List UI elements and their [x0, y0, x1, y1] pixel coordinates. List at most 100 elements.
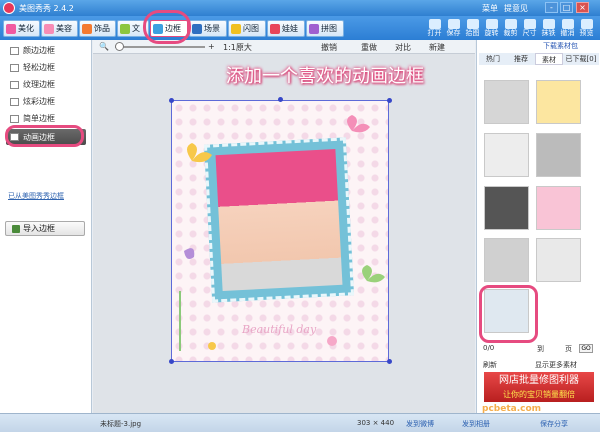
tab-accessories[interactable]: 饰品	[79, 20, 116, 37]
app-title: 美图秀秀 2.4.2	[19, 4, 74, 13]
title-bar: 美图秀秀 2.4.2 菜单 提意见 - □ ×	[0, 0, 600, 16]
share-weibo-link[interactable]: 发到微博	[406, 419, 434, 429]
frame-thumbnail[interactable]	[536, 80, 581, 124]
beautify-icon	[6, 23, 16, 34]
frame-icon	[10, 114, 19, 123]
main-toolbar: 美化 美容 饰品 文 边框 场景 闪图 娃娃 拼图 打开 保存 拾图 旋转 裁剪…	[0, 16, 600, 40]
go-button[interactable]: GO	[579, 344, 593, 353]
frame-thumbnail[interactable]	[536, 133, 581, 177]
tab-downloaded[interactable]: 已下载[0]	[563, 53, 599, 65]
ad-line-2: 让你的宝贝销量翻倍	[503, 390, 575, 399]
download-pack-link[interactable]: 下载素材包	[543, 41, 578, 51]
photo-canvas[interactable]: Beautiful day	[171, 100, 389, 362]
frame-thumbnail[interactable]	[536, 238, 581, 282]
resize-handle[interactable]	[387, 359, 392, 364]
status-bar: 未标题-3.jpg 303 × 440 发到微博 发到相册 保存分享	[0, 413, 600, 432]
preview-button[interactable]: 预览	[578, 18, 595, 39]
frame-category-panel: 颜边边框 轻松边框 纹理边框 炫彩边框 简单边框 动画边框 已从美图秀秀边框 导…	[0, 40, 92, 413]
canvas-area: 🔍 + 1:1原大 撤销 重做 对比 新建 Beautiful day	[93, 40, 475, 413]
frame-thumbnail[interactable]	[484, 80, 529, 124]
ad-banner[interactable]: 网店批量修图利器 让你的宝贝销量翻倍	[484, 372, 594, 402]
save-button[interactable]: 保存	[445, 18, 462, 39]
preview-icon	[580, 19, 593, 29]
tab-beauty[interactable]: 美容	[41, 20, 78, 37]
close-button[interactable]: ×	[576, 2, 589, 13]
frame-thumbnail[interactable]	[484, 186, 529, 230]
page-indicator: 0/0	[483, 344, 495, 352]
tab-hot[interactable]: 热门	[479, 53, 507, 65]
open-button[interactable]: 打开	[426, 18, 443, 39]
save-icon	[447, 19, 460, 29]
accessories-icon	[82, 23, 92, 34]
capture-button[interactable]: 拾图	[464, 18, 481, 39]
resize-handle[interactable]	[169, 359, 174, 364]
frame-icon	[10, 46, 19, 55]
frame-thumbnail[interactable]	[484, 133, 529, 177]
crop-button[interactable]: 裁剪	[502, 18, 519, 39]
minimize-button[interactable]: -	[545, 2, 558, 13]
category-item[interactable]: 炫彩边框	[10, 95, 55, 108]
category-item[interactable]: 简单边框	[10, 112, 55, 125]
import-icon	[12, 224, 20, 233]
watermark: pcbeta.com	[482, 404, 542, 414]
frame-icon	[10, 97, 19, 106]
zoom-slider-knob[interactable]	[115, 42, 124, 51]
capture-icon	[466, 19, 479, 29]
tab-beautify[interactable]: 美化	[3, 20, 40, 37]
tab-scenes[interactable]: 场景	[189, 20, 227, 37]
resize-icon	[523, 19, 536, 29]
more-materials-link[interactable]: 显示更多素材	[535, 360, 577, 370]
save-share-link[interactable]: 保存分享	[540, 419, 568, 429]
new-button[interactable]: 新建	[429, 42, 445, 53]
frame-source-link[interactable]: 已从美图秀秀边框	[8, 191, 64, 201]
highlight-ring	[5, 125, 84, 147]
redo-button[interactable]: 重做	[361, 42, 377, 53]
tab-material[interactable]: 素材	[535, 53, 563, 65]
category-item[interactable]: 轻松边框	[10, 61, 55, 74]
frame-caption: Beautiful day	[242, 323, 317, 336]
compare-button[interactable]: 对比	[395, 42, 411, 53]
rotate-button[interactable]: 旋转	[483, 18, 500, 39]
tab-flash[interactable]: 闪图	[228, 20, 266, 37]
undo-all-button[interactable]: 撤消	[559, 18, 576, 39]
app-logo-icon	[3, 2, 15, 14]
flash-icon	[231, 23, 241, 34]
erase-button[interactable]: 抹铁	[540, 18, 557, 39]
doll-icon	[270, 23, 280, 34]
frame-thumbnail[interactable]	[484, 238, 529, 282]
material-tabs: 热门 推荐 素材 已下载[0]	[477, 53, 600, 65]
resize-handle[interactable]	[169, 98, 174, 103]
zoom-label[interactable]: 1:1原大	[223, 42, 252, 53]
tab-collage[interactable]: 拼图	[306, 20, 344, 37]
beauty-icon	[44, 23, 54, 34]
tab-recommend[interactable]: 推荐	[507, 53, 535, 65]
resize-button[interactable]: 尺寸	[521, 18, 538, 39]
import-frame-button[interactable]: 导入边框	[5, 221, 85, 236]
frame-icon	[10, 63, 19, 72]
maximize-button[interactable]: □	[560, 2, 573, 13]
crop-icon	[504, 19, 517, 29]
tab-dolls[interactable]: 娃娃	[267, 20, 305, 37]
menu-link[interactable]: 菜单	[482, 3, 498, 14]
zoom-slider[interactable]	[115, 42, 205, 51]
frame-thumbnail[interactable]	[536, 186, 581, 230]
frame-icon	[10, 80, 19, 89]
refresh-button[interactable]: 刷新	[483, 360, 497, 370]
tutorial-annotation: 添加一个喜欢的动画边框	[226, 66, 424, 87]
undo-button[interactable]: 撤销	[321, 42, 337, 53]
ad-line-1: 网店批量修图利器	[499, 375, 579, 386]
text-icon	[120, 23, 130, 34]
zoom-out-icon[interactable]: 🔍	[99, 42, 109, 51]
category-item[interactable]: 纹理边框	[10, 78, 55, 91]
highlight-ring	[479, 285, 538, 343]
resize-handle[interactable]	[278, 97, 283, 102]
zoom-in-icon[interactable]: +	[208, 42, 215, 51]
category-item[interactable]: 颜边边框	[10, 44, 55, 57]
image-dimensions: 303 × 440	[357, 419, 395, 427]
view-toolbar: 🔍 + 1:1原大 撤销 重做 对比 新建	[93, 40, 475, 54]
highlight-ring	[143, 10, 191, 44]
resize-handle[interactable]	[387, 98, 392, 103]
share-album-link[interactable]: 发到相册	[462, 419, 490, 429]
collage-icon	[309, 23, 319, 34]
feedback-link[interactable]: 提意见	[504, 3, 528, 14]
